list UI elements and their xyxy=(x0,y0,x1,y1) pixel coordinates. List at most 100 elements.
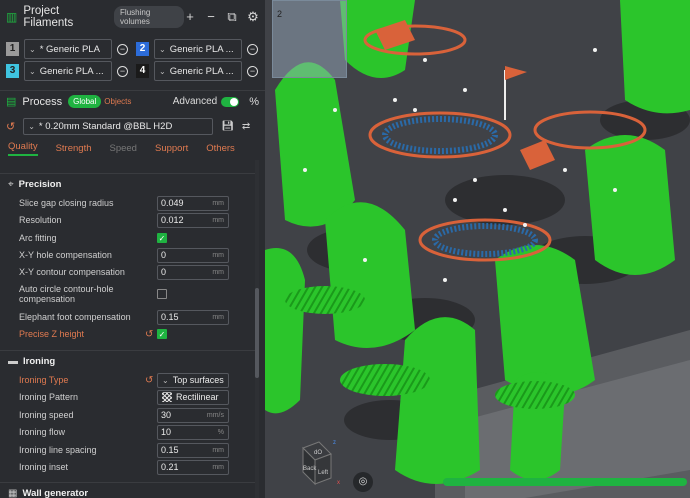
tab-strength[interactable]: Strength xyxy=(56,143,92,154)
add-icon[interactable]: + xyxy=(184,9,196,25)
global-toggle[interactable]: Global xyxy=(68,95,102,108)
xy-contour-label: X-Y contour compensation xyxy=(19,267,125,277)
filament-1-swatch[interactable]: 1 xyxy=(6,42,19,56)
filament-item-2[interactable]: 2 ⌄ Generic PLA ... − xyxy=(136,39,261,59)
ironing-flow-value: 10 xyxy=(161,427,172,437)
filament-row-2: 3 ⌄ Generic PLA ... − 4 ⌄ Generic PLA ... … xyxy=(6,61,261,81)
precise-z-checkbox[interactable]: ✓ xyxy=(157,329,167,339)
tab-others[interactable]: Others xyxy=(206,143,235,154)
unit-mm: mm xyxy=(212,313,224,321)
percent-icon[interactable]: % xyxy=(249,96,259,108)
ironing-spacing-label: Ironing line spacing xyxy=(19,445,97,455)
ironing-inset-input[interactable]: 0.21 mm xyxy=(157,459,229,475)
slice-gap-input[interactable]: 0.049 mm xyxy=(157,195,229,211)
ironing-inset-value: 0.21 xyxy=(161,462,179,472)
resolution-value: 0.012 xyxy=(161,215,184,225)
3d-viewport[interactable]: 2 dO Back Left z x ◎ xyxy=(265,0,690,498)
auto-circle-checkbox[interactable] xyxy=(157,289,167,299)
remove-filament-1-icon[interactable]: − xyxy=(117,43,128,55)
tab-support[interactable]: Support xyxy=(155,143,188,154)
precise-z-label: Precise Z height xyxy=(19,329,85,339)
chevron-down-icon: ⌄ xyxy=(159,44,166,54)
slice-gap-value: 0.049 xyxy=(161,198,184,208)
unit-mms: mm/s xyxy=(206,411,224,419)
arc-fitting-label: Arc fitting xyxy=(19,233,57,243)
scrollbar-thumb[interactable] xyxy=(255,288,259,378)
settings-scrollbar[interactable] xyxy=(255,160,259,498)
reset-icon[interactable]: ↺ xyxy=(145,375,153,386)
cube-top-label: dO xyxy=(314,450,322,456)
tab-speed[interactable]: Speed xyxy=(110,143,137,154)
elephant-foot-value: 0.15 xyxy=(161,312,179,322)
settings-tabs: Quality Strength Speed Support Others xyxy=(0,138,265,158)
wall-generator-title: Wall generator xyxy=(22,488,89,498)
ironing-icon: ▬ xyxy=(8,356,18,367)
objects-toggle[interactable]: Objects xyxy=(104,97,131,106)
advanced-label: Advanced xyxy=(172,96,218,107)
remove-filament-3-icon[interactable]: − xyxy=(117,65,128,77)
unit-mm: mm xyxy=(212,251,224,259)
unit-mm: mm xyxy=(212,199,224,207)
flushing-volumes-button[interactable]: Flushing volumes xyxy=(114,6,184,28)
filament-4-swatch[interactable]: 4 xyxy=(136,64,149,78)
resolution-label: Resolution xyxy=(19,215,62,225)
ironing-speed-row: Ironing speed 30 mm/s xyxy=(19,407,249,423)
filament-2-name: Generic PLA ... xyxy=(169,43,234,55)
ironing-speed-input[interactable]: 30 mm/s xyxy=(157,407,229,423)
xy-hole-label: X-Y hole compensation xyxy=(19,250,112,260)
remove-icon[interactable]: − xyxy=(205,9,217,25)
ironing-pattern-select[interactable]: Rectilinear xyxy=(157,389,229,405)
unit-mm: mm xyxy=(212,463,224,471)
preset-select[interactable]: ⌄ * 0.20mm Standard @BBL H2D xyxy=(23,117,214,135)
ironing-spacing-row: Ironing line spacing 0.15 mm xyxy=(19,442,249,458)
cube-left-label: Left xyxy=(318,470,328,476)
unit-mm: mm xyxy=(212,446,224,454)
filaments-header: ▥ Project Filaments Flushing volumes + −… xyxy=(0,0,265,34)
filament-item-1[interactable]: 1 ⌄ * Generic PLA − xyxy=(6,39,131,59)
sync-icon[interactable]: ⧉ xyxy=(226,9,238,25)
unit-percent: % xyxy=(217,428,224,436)
save-icon[interactable]: 💾︎ xyxy=(221,121,234,132)
filament-spool-icon: ▥ xyxy=(6,10,18,24)
ironing-spacing-value: 0.15 xyxy=(161,445,179,455)
reset-icon[interactable]: ↺ xyxy=(145,329,153,340)
ironing-type-value: Top surfaces xyxy=(172,375,224,385)
settings-icon[interactable]: ⚙ xyxy=(247,9,259,25)
remove-filament-2-icon[interactable]: − xyxy=(247,43,258,55)
elephant-foot-input[interactable]: 0.15 mm xyxy=(157,309,229,325)
ironing-flow-label: Ironing flow xyxy=(19,427,66,437)
precision-icon: ⌖ xyxy=(8,179,14,190)
process-icon: ▤ xyxy=(6,96,17,108)
wall-generator-icon: ▦ xyxy=(8,488,18,498)
plate-thumbnail[interactable]: 2 xyxy=(272,0,347,78)
ironing-type-select[interactable]: ⌄ Top surfaces xyxy=(157,372,229,388)
filament-2-swatch[interactable]: 2 xyxy=(136,42,149,56)
ironing-title: Ironing xyxy=(23,356,56,367)
xy-hole-row: X-Y hole compensation 0 mm xyxy=(19,247,249,263)
elephant-foot-label: Elephant foot compensation xyxy=(19,312,131,322)
axis-x-label: x xyxy=(337,480,340,486)
camera-icon[interactable]: ◎ xyxy=(353,472,373,492)
resolution-row: Resolution 0.012 mm xyxy=(19,212,249,228)
ironing-section: ▬ Ironing xyxy=(0,350,255,372)
view-cube[interactable]: dO Back Left z x xyxy=(283,440,343,498)
preset-name: * 0.20mm Standard @BBL H2D xyxy=(38,120,173,132)
plate-number: 2 xyxy=(277,9,283,19)
tab-quality[interactable]: Quality xyxy=(8,141,38,156)
resolution-input[interactable]: 0.012 mm xyxy=(157,212,229,228)
filament-item-4[interactable]: 4 ⌄ Generic PLA ... − xyxy=(136,61,261,81)
ironing-flow-input[interactable]: 10% xyxy=(157,424,229,440)
remove-filament-4-icon[interactable]: − xyxy=(247,65,258,77)
xy-hole-input[interactable]: 0 mm xyxy=(157,247,229,263)
ironing-spacing-input[interactable]: 0.15 mm xyxy=(157,442,229,458)
ironing-pattern-label: Ironing Pattern xyxy=(19,392,79,402)
arc-fitting-checkbox[interactable]: ✓ xyxy=(157,233,167,243)
wall-generator-section: ▦ Wall generator xyxy=(0,482,255,498)
advanced-switch[interactable] xyxy=(221,96,240,107)
xy-contour-input[interactable]: 0 mm xyxy=(157,264,229,280)
slice-gap-label: Slice gap closing radius xyxy=(19,198,114,208)
compare-icon[interactable]: ⇄ xyxy=(242,121,250,132)
filament-item-3[interactable]: 3 ⌄ Generic PLA ... − xyxy=(6,61,131,81)
filament-3-swatch[interactable]: 3 xyxy=(6,64,19,78)
reset-icon[interactable]: ↺ xyxy=(6,120,15,133)
